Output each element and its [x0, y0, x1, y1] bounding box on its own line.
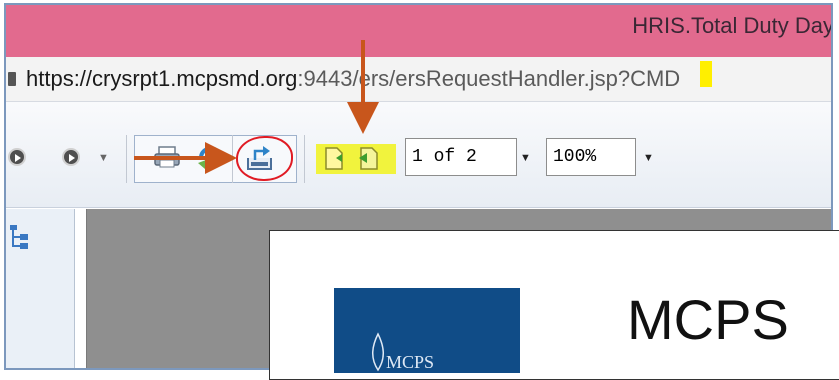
lock-icon [8, 72, 16, 86]
zoom-dropdown-icon[interactable]: ▼ [643, 152, 654, 164]
page-dropdown-icon[interactable]: ▼ [520, 152, 531, 164]
report-toolbar: ▼ 1 of 2 ▼ 100% ▼ [6, 102, 831, 208]
group-tree-icon[interactable] [8, 223, 30, 251]
back-icon[interactable] [8, 148, 26, 166]
url-host: https://crysrpt1.mcpsmd.org [26, 66, 298, 91]
forward-icon[interactable] [62, 148, 80, 166]
address-bar[interactable]: https://crysrpt1.mcpsmd.org:9443/ers/ers… [6, 57, 831, 102]
next-page-icon[interactable] [357, 146, 381, 171]
zoom-select[interactable]: 100% [546, 138, 636, 176]
report-heading: MCPS [627, 288, 789, 351]
history-dropdown-icon[interactable]: ▼ [98, 152, 109, 164]
logo-text: MCPS [386, 352, 435, 372]
url-text[interactable]: https://crysrpt1.mcpsmd.org:9443/ers/ers… [26, 66, 680, 92]
toolbar-separator [304, 135, 305, 183]
refresh-icon[interactable] [196, 146, 224, 170]
prev-page-icon[interactable] [322, 146, 346, 171]
title-bar: HRIS.Total Duty Days [6, 5, 831, 57]
window-title: HRIS.Total Duty Days [632, 13, 831, 38]
group-tree-panel [6, 209, 75, 368]
mcps-logo: MCPS [334, 288, 520, 373]
toolbar-separator [232, 135, 233, 183]
page-number-input[interactable]: 1 of 2 [405, 138, 517, 176]
export-icon[interactable] [245, 142, 275, 172]
url-path: :9443/ers/ersRequestHandler.jsp?CMD [297, 66, 681, 91]
highlight-mark [700, 61, 712, 87]
print-icon[interactable] [153, 146, 181, 168]
toolbar-separator [126, 135, 127, 183]
